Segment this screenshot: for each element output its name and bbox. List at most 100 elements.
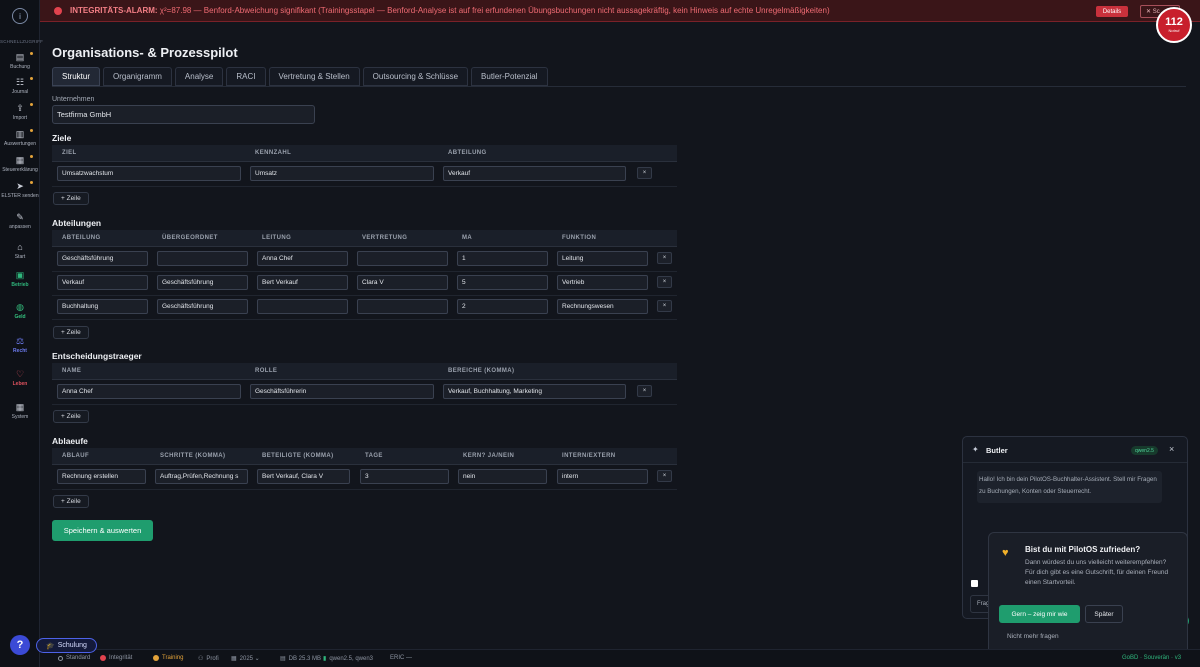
nav-item-recht[interactable]: ⚖ Recht [0, 336, 40, 354]
app-logo-icon[interactable]: i [12, 8, 28, 24]
sidebar-item-buchung[interactable]: ▤ Buchung [0, 52, 40, 70]
abteilungen-cell-input[interactable]: Rechnungswesen [557, 299, 648, 314]
model-icon: ▮ [323, 656, 327, 662]
popup-yes-button[interactable]: Gern – zeig mir wie [999, 605, 1080, 623]
ziele-remove-row-button[interactable]: × [637, 167, 652, 179]
abteilungen-cell-input[interactable] [357, 299, 448, 314]
nav-item-leben[interactable]: ♡ Leben [0, 369, 40, 387]
abteilungen-cell-input[interactable]: 5 [457, 275, 548, 290]
ziele-cell-input[interactable]: Umsatzwachstum [57, 166, 241, 181]
ablaeufe-remove-row-button[interactable]: × [657, 470, 672, 482]
company-input[interactable]: Testfirma GmbH [52, 105, 315, 124]
recommendation-popup: ♥ Bist du mit PilotOS zufrieden? Dann wü… [988, 532, 1188, 655]
entscheider-cell-input[interactable]: Anna Chef [57, 384, 241, 399]
tab-vertretung-stellen[interactable]: Vertretung & Stellen [268, 67, 360, 86]
abteilungen-cell-input[interactable]: 1 [457, 251, 548, 266]
butler-checkbox[interactable] [971, 580, 978, 587]
calendar-icon: ▦ [231, 656, 237, 662]
abteilungen-cell-input[interactable]: Bert Verkauf [257, 275, 348, 290]
status-bar: Standard Integrität Training ⚇ Profi ▦ 202… [40, 649, 1200, 667]
tab-struktur[interactable]: Struktur [52, 67, 101, 86]
user-icon: ⚇ [198, 656, 204, 662]
ablaeufe-cell-input[interactable]: Rechnung erstellen [57, 469, 146, 484]
status-training[interactable]: Training [153, 655, 183, 661]
tab-butler-potenzial[interactable]: Butler-Potenzial [471, 67, 548, 86]
abteilungen-cell-input[interactable]: Verkauf [57, 275, 148, 290]
alarm-details-button[interactable]: Details [1096, 6, 1128, 17]
ablaeufe-cell-input[interactable]: 3 [360, 469, 449, 484]
abteilungen-cell-input[interactable]: Buchhaltung [57, 299, 148, 314]
column-header: ABLAUF [62, 453, 90, 459]
tab-analyse[interactable]: Analyse [174, 67, 224, 86]
emergency-badge[interactable]: 112 Notruf [1156, 7, 1192, 43]
abteilungen-cell-input[interactable]: 2 [457, 299, 548, 314]
abteilungen-cell-input[interactable] [157, 251, 248, 266]
sidebar: i SCHNELLZUGRIFF ▤ Buchung ☷ Journal ⇪ Import… [0, 0, 43, 667]
abteilungen-cell-input[interactable]: Vertrieb [557, 275, 648, 290]
new-indicator-icon [30, 181, 33, 184]
tab-organigramm[interactable]: Organigramm [103, 67, 172, 86]
abteilungen-cell-input[interactable]: Geschäftsführung [157, 299, 248, 314]
sidebar-item-import[interactable]: ⇪ Import [0, 103, 40, 121]
abteilungen-add-row-button[interactable]: + Zeile [53, 326, 89, 339]
popup-later-button[interactable]: Später [1085, 605, 1123, 623]
ablaeufe-cell-input[interactable]: Bert Verkauf, Clara V [257, 469, 350, 484]
status-integrity[interactable]: Integrität [100, 655, 132, 661]
abteilungen-remove-row-button[interactable]: × [657, 276, 672, 288]
butler-close-icon[interactable]: × [1169, 444, 1174, 454]
page-title: Organisations- & Prozesspilot [52, 45, 238, 60]
chart-icon: ▥ [15, 129, 25, 139]
save-and-evaluate-button[interactable]: Speichern & auswerten [52, 520, 153, 541]
butler-message: Hallo! Ich bin dein PilotOS-Buchhalter-A… [977, 471, 1162, 503]
document-icon: ▦ [15, 155, 25, 165]
entscheider-cell-input[interactable]: Verkauf, Buchhaltung, Marketing [443, 384, 626, 399]
tab-raci[interactable]: RACI [226, 67, 266, 86]
sidebar-item-auswertungen[interactable]: ▥ Auswertungen [0, 129, 40, 147]
tab-outsourcing-schl-sse[interactable]: Outsourcing & Schlüsse [362, 67, 469, 86]
ablaeufe-cell-input[interactable]: intern [557, 469, 648, 484]
status-standard[interactable]: Standard [58, 655, 90, 661]
sidebar-item-anpassen[interactable]: ✎ anpassen [0, 212, 40, 230]
sidebar-item-steuererkl-rung[interactable]: ▦ Steuererklärung [0, 155, 40, 173]
status-models[interactable]: ▮ qwen2.5, qwen3 [323, 655, 373, 663]
status-standard-label: Standard [66, 655, 91, 661]
status-year[interactable]: ▦ 2025 ⌄ [231, 655, 260, 662]
column-header: ÜBERGEORDNET [162, 235, 218, 241]
abteilungen-remove-row-button[interactable]: × [657, 252, 672, 264]
sidebar-item-label: anpassen [9, 224, 31, 230]
alarm-label: INTEGRITÄTS-ALARM: [70, 6, 158, 15]
help-button[interactable]: ? [10, 635, 30, 655]
sidebar-item-elster-senden[interactable]: ➤ ELSTER senden [0, 181, 40, 199]
abteilungen-remove-row-button[interactable]: × [657, 300, 672, 312]
training-mode-button[interactable]: 🎓 Schulung [36, 638, 97, 653]
ziele-cell-input[interactable]: Umsatz [250, 166, 434, 181]
ziele-cell-input[interactable]: Verkauf [443, 166, 626, 181]
status-eric: ERIC — [390, 655, 413, 661]
abteilungen-cell-input[interactable]: Leitung [557, 251, 648, 266]
journal-icon: ☷ [15, 77, 25, 87]
popup-never-link[interactable]: Nicht mehr fragen [1007, 633, 1059, 640]
entscheider-remove-row-button[interactable]: × [637, 385, 652, 397]
column-header: LEITUNG [262, 235, 292, 241]
entscheider-add-row-button[interactable]: + Zeile [53, 410, 89, 423]
abteilungen-cell-input[interactable]: Anna Chef [257, 251, 348, 266]
ablaeufe-cell-input[interactable]: nein [458, 469, 547, 484]
abteilungen-cell-input[interactable]: Clara V [357, 275, 448, 290]
ziele-add-row-button[interactable]: + Zeile [53, 192, 89, 205]
piggy-bank-icon: ◍ [16, 302, 24, 312]
alarm-text: INTEGRITÄTS-ALARM: χ²=87.98 — Benford-Ab… [70, 6, 830, 15]
abteilungen-cell-input[interactable]: Geschäftsführung [57, 251, 148, 266]
sidebar-item-journal[interactable]: ☷ Journal [0, 77, 40, 95]
ablaeufe-cell-input[interactable]: Auftrag,Prüfen,Rechnung s [155, 469, 248, 484]
abteilungen-cell-input[interactable]: Geschäftsführung [157, 275, 248, 290]
abteilungen-cell-input[interactable] [357, 251, 448, 266]
abteilungen-cell-input[interactable] [257, 299, 348, 314]
entscheider-heading: Entscheidungstraeger [52, 351, 142, 361]
nav-item-geld[interactable]: ◍ Geld [0, 302, 40, 320]
nav-item-start[interactable]: ⌂ Start [0, 242, 40, 260]
ablaeufe-add-row-button[interactable]: + Zeile [53, 495, 89, 508]
nav-item-betrieb[interactable]: ▣ Betrieb [0, 270, 40, 288]
nav-item-system[interactable]: ▦ System [0, 402, 40, 420]
status-profi[interactable]: ⚇ Profi [198, 655, 219, 663]
entscheider-cell-input[interactable]: Geschäftsführerin [250, 384, 434, 399]
